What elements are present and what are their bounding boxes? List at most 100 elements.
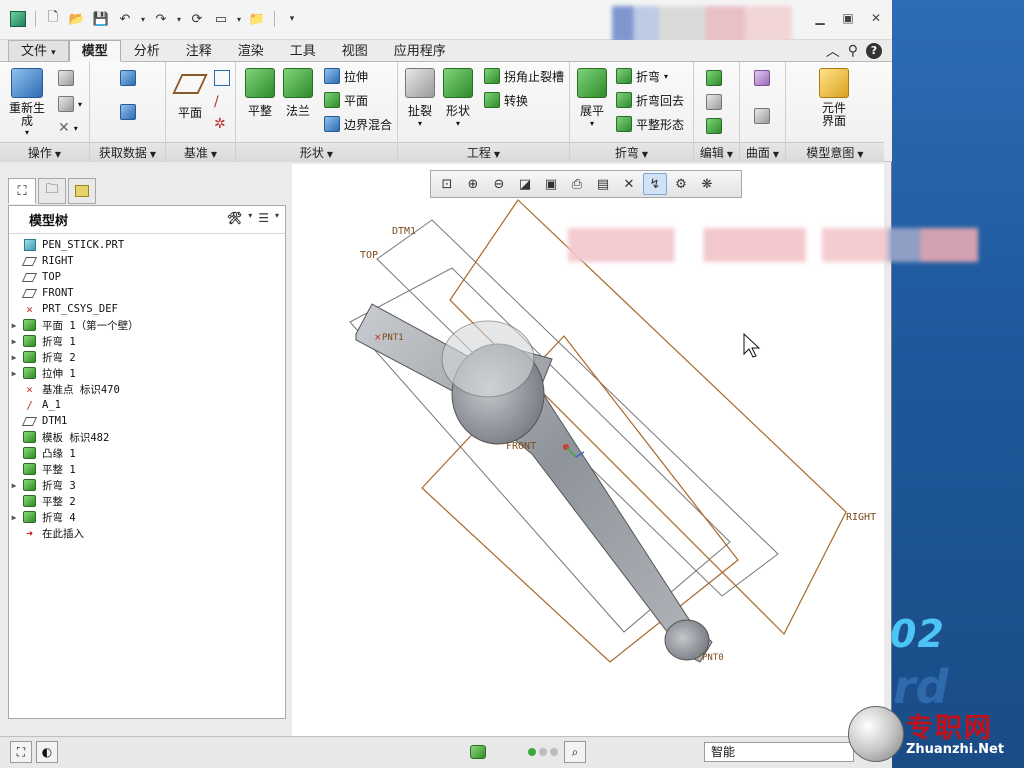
expand-icon[interactable]: ▶ [9,369,19,378]
tree-node[interactable]: ▶ 折弯 1 [9,333,285,349]
group-shape-label[interactable]: 形状 ▼ [236,142,397,162]
folder-icon[interactable]: 📁 [247,9,267,29]
tab-applications[interactable]: 应用程序 [381,40,459,62]
offset-button[interactable] [754,106,770,126]
chevron-down-icon[interactable]: ▾ [248,211,252,225]
selection-filter[interactable]: 智能 [704,742,854,762]
spin-center-icon[interactable]: ↯ [643,173,667,195]
flange-button[interactable]: 法兰 [280,68,316,119]
sketch-button[interactable] [214,68,230,88]
saved-views-icon[interactable]: ⎙ [565,173,589,195]
group-get-data-label[interactable]: 获取数据 ▼ [90,142,165,162]
tree-node[interactable]: ▶ 拉伸 1 [9,365,285,381]
toggle-browser-icon[interactable]: ◐ [36,741,58,763]
tree-node[interactable]: RIGHT [9,253,285,269]
minimize-icon[interactable]: ▁ [812,10,828,26]
open-icon[interactable]: 📂 [67,9,87,29]
tab-view[interactable]: 视图 [329,40,381,62]
group-engineering-label[interactable]: 工程 ▼ [398,142,569,162]
model-tree-tab[interactable]: ⛶ [8,178,36,204]
zoom-out-icon[interactable]: ⊖ [487,173,511,195]
regeneration-status-icon[interactable] [470,745,486,759]
tree-node[interactable]: 平整 1 [9,461,285,477]
redo-dropdown-icon[interactable]: ▾ [175,9,183,29]
undo-icon[interactable]: ↶ [115,9,135,29]
group-surface-label[interactable]: 曲面 ▼ [740,142,785,162]
tree-node[interactable]: DTM1 [9,413,285,429]
window-icon[interactable]: ▭ [211,9,231,29]
undo-dropdown-icon[interactable]: ▾ [139,9,147,29]
datum-point-pnt1-icon[interactable]: × [374,333,382,343]
tree-node[interactable]: ➜ 在此插入 [9,525,285,541]
tree-node[interactable]: ▶ 折弯 3 [9,477,285,493]
flat-button[interactable]: 平整 [242,68,278,119]
expand-icon[interactable]: ▶ [9,337,19,346]
new-icon[interactable]: 🗋 [43,9,63,29]
show-icon[interactable]: ☰ [258,211,269,225]
tab-annotate[interactable]: 注释 [173,40,225,62]
collapse-ribbon-icon[interactable]: ︿ [826,41,840,61]
display-style-icon[interactable]: ▣ [539,173,563,195]
tab-model[interactable]: 模型 [68,40,121,62]
expand-icon[interactable]: ▶ [9,353,19,362]
convert-button[interactable]: 转换 [484,90,528,110]
boundary-blend-button[interactable]: 边界混合 [324,114,392,134]
group-edit-label[interactable]: 编辑 ▼ [694,142,739,162]
paste-button[interactable]: ▾ [58,94,82,114]
customize-icon[interactable]: ▾ [282,9,302,29]
tree-node[interactable]: / A_1 [9,397,285,413]
window-dropdown-icon[interactable]: ▾ [235,9,243,29]
help-icon[interactable]: ? [866,43,882,59]
refit-icon[interactable]: ⊡ [435,173,459,195]
group-operations-label[interactable]: 操作 ▼ [0,142,89,162]
datum-plane-button[interactable]: 平面 [172,68,208,121]
extrude-button[interactable]: 拉伸 [324,66,368,86]
expand-icon[interactable]: ▶ [9,481,19,490]
tab-file[interactable]: 文件 ▾ [8,40,69,62]
find-icon[interactable]: ⌕ [564,741,586,763]
fill-button[interactable] [754,68,770,88]
unbend-button[interactable]: 展平 ▾ [574,68,610,128]
component-interface-button[interactable]: 元件界面 [806,68,862,128]
merge-button[interactable] [706,68,722,88]
user-defined-feature-button[interactable] [120,68,136,88]
close-icon[interactable]: ✕ [868,10,884,26]
tab-render[interactable]: 渲染 [225,40,277,62]
regenerate-button[interactable]: 重新生成 ▾ [6,68,48,137]
form-button[interactable]: 形状 ▾ [440,68,476,128]
maximize-icon[interactable]: ▣ [840,10,856,26]
tree-node[interactable]: 模板 标识482 [9,429,285,445]
group-datum-label[interactable]: 基准 ▼ [166,142,235,162]
flat-state-button[interactable]: 平整形态 [616,114,684,134]
annotation-display-icon[interactable]: ⚙ [669,173,693,195]
tree-node[interactable]: PEN_STICK.PRT [9,237,285,253]
toggle-navigator-icon[interactable]: ⛶ [10,741,32,763]
zoom-in-icon[interactable]: ⊕ [461,173,485,195]
tree-node[interactable]: 凸缘 1 [9,445,285,461]
search-icon[interactable]: ⚲ [848,43,858,59]
tree-node[interactable]: ▶ 折弯 4 [9,509,285,525]
bend-button[interactable]: 折弯 ▾ [616,66,668,86]
regenerate-icon[interactable]: ⟳ [187,9,207,29]
expand-icon[interactable]: ▶ [9,513,19,522]
datum-point-button[interactable]: ✲ [214,114,226,134]
planar-button[interactable]: 平面 [324,90,368,110]
corner-relief-button[interactable]: 拐角止裂槽 [484,66,564,86]
tree-node[interactable]: TOP [9,269,285,285]
group-bend-label[interactable]: 折弯 ▼ [570,142,693,162]
tree-node[interactable]: ⨯ PRT_CSYS_DEF [9,301,285,317]
repaint-icon[interactable]: ◪ [513,173,537,195]
expand-icon[interactable]: ▶ [9,321,19,330]
tree-node[interactable]: 平整 2 [9,493,285,509]
redo-icon[interactable]: ↷ [151,9,171,29]
favorites-tab[interactable] [68,178,96,204]
settings-icon[interactable]: 🛠 [227,211,242,225]
bend-back-button[interactable]: 折弯回去 [616,90,684,110]
flatten-form-button[interactable] [706,116,722,136]
save-icon[interactable]: 💾 [91,9,111,29]
delete-button[interactable]: ✕ ▾ [58,118,78,138]
datum-display-icon[interactable]: ✕ [617,173,641,195]
datum-axis-button[interactable]: / [214,92,219,112]
tab-analysis[interactable]: 分析 [121,40,173,62]
rip-button[interactable]: 扯裂 ▾ [402,68,438,128]
